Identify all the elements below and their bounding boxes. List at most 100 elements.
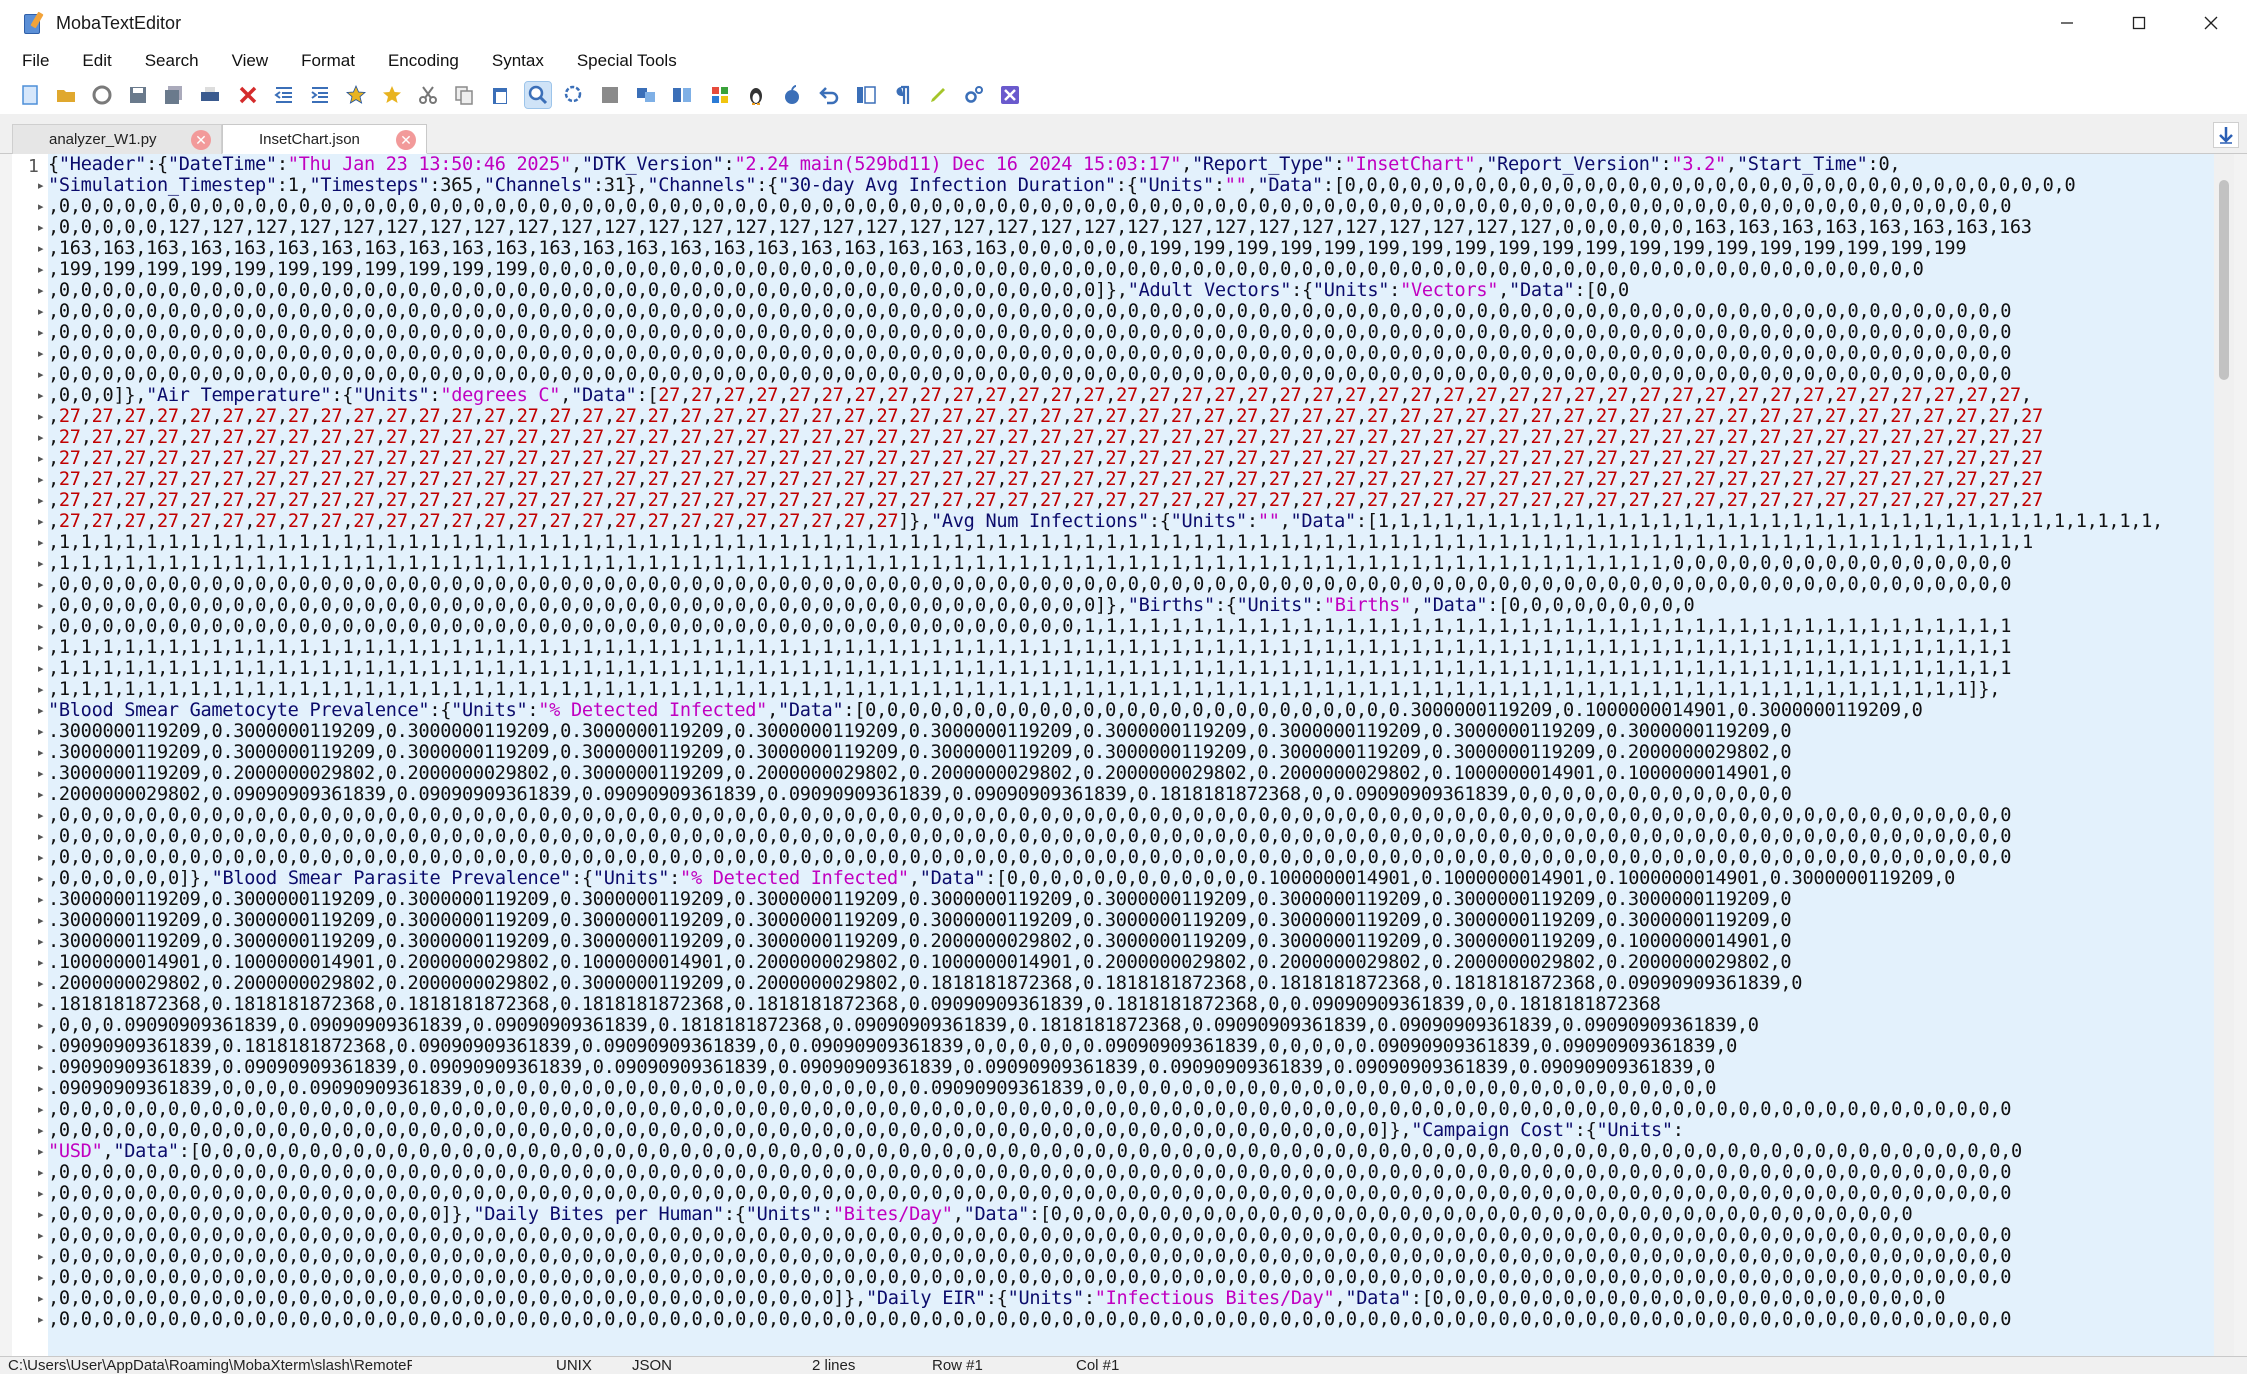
code-line[interactable]: ,0,0,0,0,0,0,0,0,0,0,0,0,0,0,0,0,0,0,0,0… [48,343,2222,364]
code-line[interactable]: ,27,27,27,27,27,27,27,27,27,27,27,27,27,… [48,490,2222,511]
save-all-button[interactable] [161,82,187,108]
code-line[interactable]: ,0,0,0,0,0,0,0,0,0,0,0,0,0,0,0,0,0,0,0,0… [48,847,2222,868]
code-line[interactable]: ,0,0,0,0,0,127,127,127,127,127,127,127,1… [48,217,2222,238]
tab-close-icon[interactable]: ✕ [191,130,211,150]
code-line[interactable]: .09090909361839,0,0,0,0.09090909361839,0… [48,1078,2222,1099]
code-line[interactable]: .09090909361839,0.09090909361839,0.09090… [48,1057,2222,1078]
code-line[interactable]: "Simulation_Timestep":1,"Timesteps":365,… [48,175,2222,196]
menu-file[interactable]: File [22,51,49,71]
code-line[interactable]: ,0,0,0,0,0,0,0,0,0,0,0,0,0,0,0,0,0,0,0,0… [48,826,2222,847]
code-line[interactable]: ,0,0,0,0,0,0,0,0,0,0,0,0,0,0,0,0,0,0,0,0… [48,280,2222,301]
code-line[interactable]: ,0,0,0,0,0,0,0,0,0,0,0,0,0,0,0,0,0,0,0,0… [48,616,2222,637]
code-line[interactable]: ,1,1,1,1,1,1,1,1,1,1,1,1,1,1,1,1,1,1,1,1… [48,553,2222,574]
code-line[interactable]: .3000000119209,0.3000000119209,0.3000000… [48,742,2222,763]
code-line[interactable]: ,0,0,0,0,0,0,0,0,0,0,0,0,0,0,0,0,0,0,0,0… [48,1309,2222,1330]
undo-button[interactable] [817,82,843,108]
code-line[interactable]: .2000000029802,0.09090909361839,0.090909… [48,784,2222,805]
code-line[interactable]: ,27,27,27,27,27,27,27,27,27,27,27,27,27,… [48,448,2222,469]
code-line[interactable]: ,0,0,0,0,0,0,0,0,0,0,0,0,0,0,0,0,0,0,0,0… [48,301,2222,322]
code-line[interactable]: {"Header":{"DateTime":"Thu Jan 23 13:50:… [48,154,2222,175]
minimize-button[interactable] [2031,0,2103,46]
compare-button[interactable] [669,82,695,108]
code-line[interactable]: ,27,27,27,27,27,27,27,27,27,27,27,27,27,… [48,511,2222,532]
code-line[interactable]: ,0,0,0,0,0,0,0,0,0,0,0,0,0,0,0,0,0,0,0,0… [48,595,2222,616]
code-line[interactable]: ,0,0,0,0,0,0,0,0,0,0,0,0,0,0,0,0,0,0]},"… [48,1204,2222,1225]
duplicate-button[interactable] [633,82,659,108]
code-line[interactable]: "Blood Smear Gametocyte Prevalence":{"Un… [48,700,2222,721]
code-line[interactable]: ,0,0,0,0,0,0,0,0,0,0,0,0,0,0,0,0,0,0,0,0… [48,1225,2222,1246]
outdent-button[interactable] [271,82,297,108]
apple-logo-button[interactable] [779,82,805,108]
menu-syntax[interactable]: Syntax [492,51,544,71]
scroll-to-end-button[interactable] [2213,122,2239,148]
code-line[interactable]: .3000000119209,0.3000000119209,0.3000000… [48,931,2222,952]
copy-button[interactable] [451,82,477,108]
code-line[interactable]: ,0,0,0,0,0,0,0,0,0,0,0,0,0,0,0,0,0,0,0,0… [48,1288,2222,1309]
open-folder-button[interactable] [53,82,79,108]
code-line[interactable]: ,0,0,0,0,0,0,0,0,0,0,0,0,0,0,0,0,0,0,0,0… [48,1183,2222,1204]
menu-encoding[interactable]: Encoding [388,51,459,71]
code-line[interactable]: ,27,27,27,27,27,27,27,27,27,27,27,27,27,… [48,427,2222,448]
bookmark-star-2-button[interactable] [379,82,405,108]
code-line[interactable]: .1818181872368,0.1818181872368,0.1818181… [48,994,2222,1015]
scrollbar-thumb[interactable] [2219,180,2229,380]
bookmark-star-button[interactable] [343,82,369,108]
cut-button[interactable] [415,82,441,108]
code-line[interactable]: ,0,0,0,0,0,0,0,0,0,0,0,0,0,0,0,0,0,0,0,0… [48,1246,2222,1267]
highlight-pen-button[interactable] [925,82,951,108]
save-button[interactable] [125,82,151,108]
code-line[interactable]: ,0,0,0,0,0,0,0,0,0,0,0,0,0,0,0,0,0,0,0,0… [48,196,2222,217]
code-line[interactable]: ,0,0,0,0,0,0,0,0,0,0,0,0,0,0,0,0,0,0,0,0… [48,364,2222,385]
code-line[interactable]: ,1,1,1,1,1,1,1,1,1,1,1,1,1,1,1,1,1,1,1,1… [48,658,2222,679]
code-line[interactable]: ,0,0,0.09090909361839,0.09090909361839,0… [48,1015,2222,1036]
code-line[interactable]: ,0,0,0,0,0,0,0,0,0,0,0,0,0,0,0,0,0,0,0,0… [48,1162,2222,1183]
code-line[interactable]: ,1,1,1,1,1,1,1,1,1,1,1,1,1,1,1,1,1,1,1,1… [48,637,2222,658]
new-file-button[interactable] [17,82,43,108]
code-line[interactable]: ,1,1,1,1,1,1,1,1,1,1,1,1,1,1,1,1,1,1,1,1… [48,532,2222,553]
pilcrow-button[interactable] [889,82,915,108]
code-line[interactable]: ,0,0,0,0,0,0,0,0,0,0,0,0,0,0,0,0,0,0,0,0… [48,322,2222,343]
code-line[interactable]: ,0,0,0,0,0,0,0,0,0,0,0,0,0,0,0,0,0,0,0,0… [48,805,2222,826]
text-editor[interactable]: 1 ▸ ▸ ▸ ▸ ▸ ▸ ▸ ▸ ▸ ▸ ▸ ▸ ▸ ▸ ▸ ▸ ▸ ▸ ▸ ▸ ▸ ▸ ▸ ▸ ▸ ▸ ▸ ▸ ▸ ▸ ▸ ▸ ▸ ▸ ▸ ▸ ▸ ▸… [12,154,2234,1356]
code-line[interactable]: .1000000014901,0.1000000014901,0.2000000… [48,952,2222,973]
linux-penguin-button[interactable] [743,82,769,108]
columns-button[interactable] [853,82,879,108]
code-line[interactable]: ,163,163,163,163,163,163,163,163,163,163… [48,238,2222,259]
code-line[interactable]: .3000000119209,0.3000000119209,0.3000000… [48,910,2222,931]
code-area[interactable]: {"Header":{"DateTime":"Thu Jan 23 13:50:… [48,154,2222,1356]
paste-button[interactable] [487,82,513,108]
print-button[interactable] [197,82,223,108]
menu-special-tools[interactable]: Special Tools [577,51,677,71]
menu-view[interactable]: View [232,51,269,71]
maximize-button[interactable] [2103,0,2175,46]
code-line[interactable]: ,199,199,199,199,199,199,199,199,199,199… [48,259,2222,280]
menu-search[interactable]: Search [145,51,199,71]
menu-edit[interactable]: Edit [82,51,111,71]
tab-insetchart-json[interactable]: InsetChart.json ✕ [222,124,427,154]
code-line[interactable]: ,27,27,27,27,27,27,27,27,27,27,27,27,27,… [48,469,2222,490]
code-line[interactable]: ,0,0,0,0,0,0,0,0,0,0,0,0,0,0,0,0,0,0,0,0… [48,1267,2222,1288]
code-line[interactable]: ,0,0,0,0,0,0,0,0,0,0,0,0,0,0,0,0,0,0,0,0… [48,574,2222,595]
find-replace-button[interactable] [561,82,587,108]
code-line[interactable]: ,0,0,0,0,0,0]},"Blood Smear Parasite Pre… [48,868,2222,889]
close-window-button[interactable] [2175,0,2247,46]
code-line[interactable]: .3000000119209,0.3000000119209,0.3000000… [48,889,2222,910]
code-line[interactable]: ,1,1,1,1,1,1,1,1,1,1,1,1,1,1,1,1,1,1,1,1… [48,679,2222,700]
code-line[interactable]: ,0,0,0,0,0,0,0,0,0,0,0,0,0,0,0,0,0,0,0,0… [48,1120,2222,1141]
menu-format[interactable]: Format [301,51,355,71]
indent-button[interactable] [307,82,333,108]
tab-close-icon[interactable]: ✕ [396,130,416,150]
close-red-x-button[interactable] [235,82,261,108]
select-all-button[interactable] [597,82,623,108]
settings-gears-button[interactable] [961,82,987,108]
reload-button[interactable] [89,82,115,108]
code-line[interactable]: ,27,27,27,27,27,27,27,27,27,27,27,27,27,… [48,406,2222,427]
code-line[interactable]: .09090909361839,0.1818181872368,0.090909… [48,1036,2222,1057]
code-line[interactable]: .3000000119209,0.2000000029802,0.2000000… [48,763,2222,784]
find-button[interactable] [524,81,552,109]
code-line[interactable]: .2000000029802,0.2000000029802,0.2000000… [48,973,2222,994]
windows-logo-button[interactable] [707,82,733,108]
code-line[interactable]: ,0,0,0,0,0,0,0,0,0,0,0,0,0,0,0,0,0,0,0,0… [48,1099,2222,1120]
tab-analyzer-w1-py[interactable]: analyzer_W1.py ✕ [12,124,222,154]
code-line[interactable]: ,0,0,0]},"Air Temperature":{"Units":"deg… [48,385,2222,406]
